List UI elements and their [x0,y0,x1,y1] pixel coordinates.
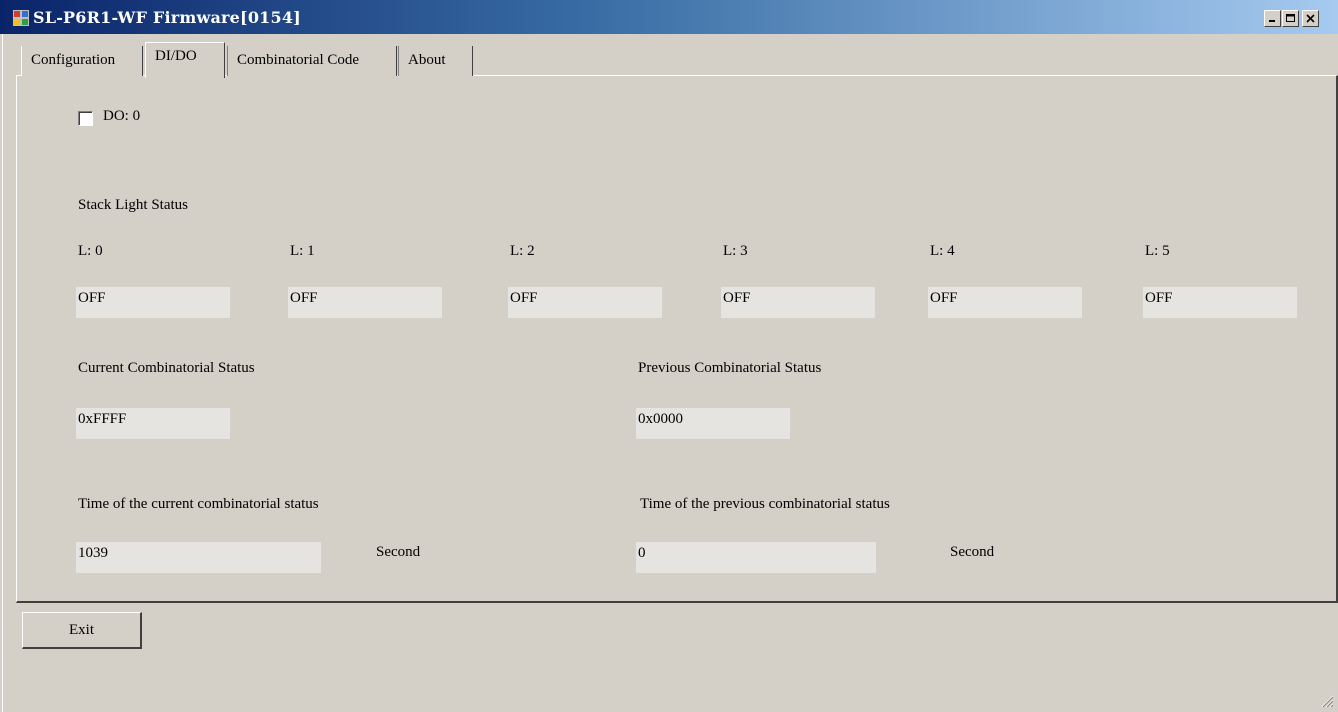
tab-combinatorial-code[interactable]: Combinatorial Code [227,46,397,76]
tab-dido[interactable]: DI/DO [145,42,225,78]
previous-status-field: 0x0000 [636,408,790,439]
light-label-5: L: 5 [1145,243,1170,259]
maximize-icon [1286,14,1295,22]
current-status-field: 0xFFFF [76,408,230,439]
previous-time-field: 0 [636,542,876,573]
light-label-3: L: 3 [723,243,748,259]
tab-configuration[interactable]: Configuration [21,46,143,76]
previous-time-unit: Second [950,544,995,560]
light-label-0: L: 0 [78,243,103,259]
close-icon [1306,14,1315,23]
resize-grip-icon[interactable] [1320,694,1334,708]
light-label-1: L: 1 [290,243,315,259]
light-label-4: L: 4 [930,243,955,259]
app-icon [13,10,29,26]
tab-label: DI/DO [155,48,197,64]
current-time-unit: Second [376,544,421,560]
exit-button-label: Exit [69,621,94,638]
tab-label: About [408,52,446,68]
light-status-field-2: OFF [508,287,662,318]
exit-button[interactable]: Exit [22,612,142,649]
current-time-field: 1039 [76,542,321,573]
previous-status-label: Previous Combinatorial Status [638,360,822,376]
window-left-edge [0,34,3,712]
tab-about[interactable]: About [398,46,473,76]
stack-light-heading: Stack Light Status [78,197,188,213]
light-status-field-3: OFF [721,287,875,318]
previous-time-label: Time of the previous combinatorial statu… [640,496,890,512]
do-checkbox[interactable] [78,111,93,126]
light-status-field-5: OFF [1143,287,1297,318]
window-title: SL-P6R1-WF Firmware[0154] [33,8,301,27]
title-bar[interactable]: SL-P6R1-WF Firmware[0154] [0,0,1338,35]
current-time-label: Time of the current combinatorial status [78,496,319,512]
light-status-field-1: OFF [288,287,442,318]
minimize-icon [1269,20,1275,22]
light-label-2: L: 2 [510,243,535,259]
maximize-button[interactable] [1282,10,1299,27]
do-checkbox-label[interactable]: DO: 0 [103,108,140,125]
tab-panel-dido [16,75,1338,603]
tab-label: Configuration [31,52,116,68]
current-status-label: Current Combinatorial Status [78,360,255,376]
minimize-button[interactable] [1264,10,1281,27]
tab-label: Combinatorial Code [237,52,360,68]
close-button[interactable] [1302,10,1319,27]
light-status-field-0: OFF [76,287,230,318]
light-status-field-4: OFF [928,287,1082,318]
